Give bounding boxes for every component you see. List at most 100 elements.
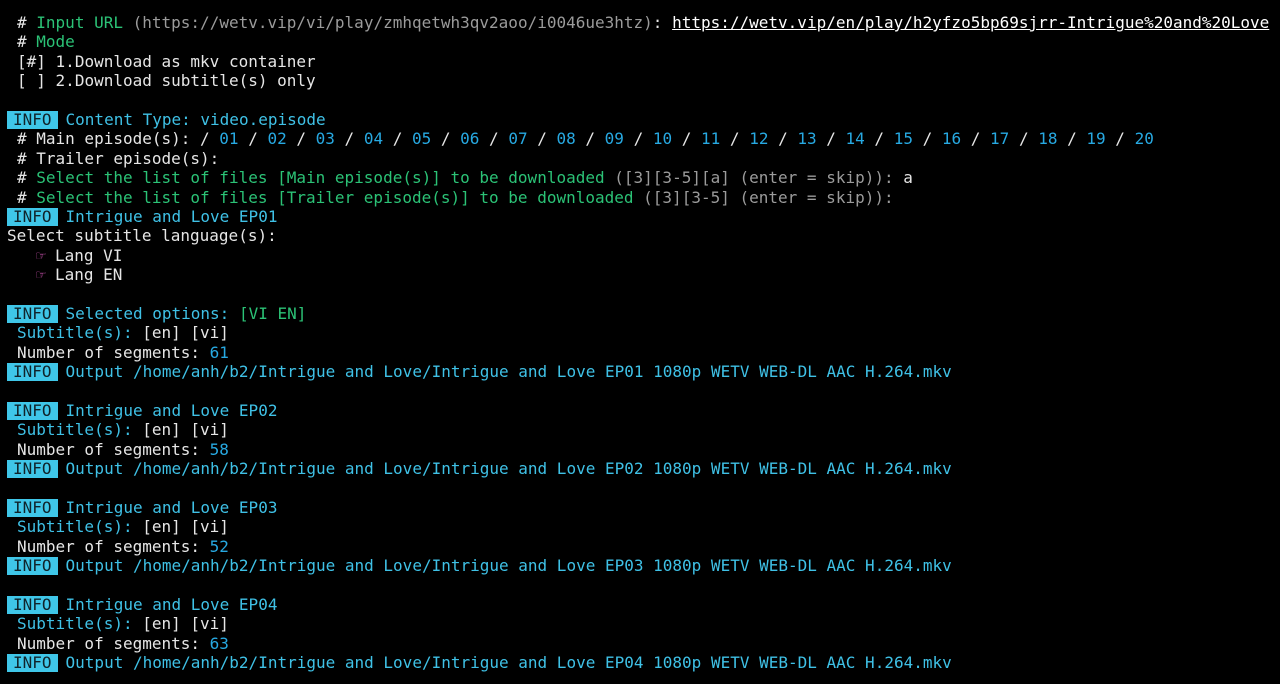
selected-options-value: [VI EN] [238,303,307,323]
episode-number[interactable]: 01 [219,129,238,148]
episode-title-line: INFO Intrigue and Love EP04 [7,595,1277,614]
segments-label: Number of segments: [17,536,201,556]
subtitle-label: Subtitle(s): [17,517,133,537]
subtitle-line: Subtitle(s): [en] [vi] [7,420,1277,439]
episode-title: Intrigue and Love EP03 [65,497,278,517]
mode-option-2[interactable]: [ ] 2.Download subtitle(s) only [7,71,1277,90]
info-badge: INFO [7,304,58,323]
episode-number[interactable]: 09 [605,129,624,148]
episode-number[interactable]: 10 [653,129,672,148]
subtitle-label: Subtitle(s): [17,420,133,440]
pointing-hand-icon: ☞ [36,265,46,285]
segments-line: Number of segments: 52 [7,537,1277,556]
language-label: Lang EN [55,265,123,285]
trailer-episodes-label: # Trailer episode(s): [17,148,220,168]
info-badge: INFO [7,653,58,672]
language-option-en[interactable]: ☞ Lang EN [7,265,1277,284]
subtitle-label: Subtitle(s): [17,323,133,343]
select-main-answer[interactable]: a [903,168,913,187]
mode-option-1[interactable]: [#] 1.Download as mkv container [7,52,1277,71]
episode-separator: / [672,129,702,149]
content-type-line: INFO Content Type: video.episode [7,110,1277,129]
episode-number[interactable]: 12 [749,129,768,148]
episode-separator: / [623,129,653,149]
episode-separator: / [383,129,412,149]
select-main-hint: ([3][3-5][a] (enter = skip)): [614,168,894,188]
episode-number[interactable]: 16 [942,129,961,148]
language-option-vi[interactable]: ☞ Lang VI [7,246,1277,265]
info-badge: INFO [7,595,58,614]
episode-separator: / [238,129,268,149]
episode-number[interactable]: 07 [508,129,527,148]
colon: : [652,13,663,32]
episode-separator: / [575,129,605,149]
output-path: Output /home/anh/b2/Intrigue and Love/In… [65,458,952,478]
episode-separator: / [527,129,557,149]
info-badge: INFO [7,498,58,517]
subtitle-value: [en] [vi] [142,323,229,343]
info-badge: INFO [7,459,58,478]
content-type-value: video.episode [200,109,326,129]
subtitle-prompt-line: Select subtitle language(s): [7,226,1277,245]
episode-separator: / [1057,129,1087,149]
output-path: Output /home/anh/b2/Intrigue and Love/In… [65,555,952,575]
episode-separator: / [286,129,316,149]
episode-number[interactable]: 06 [460,129,479,148]
language-label: Lang VI [55,245,123,265]
info-badge: INFO [7,401,58,420]
segments-value: 61 [209,342,229,362]
subtitle-value: [en] [vi] [142,517,229,537]
segments-value: 58 [209,439,229,459]
episode-title: Intrigue and Love EP01 [65,206,278,226]
option-checkbox-checked[interactable]: [#] [17,52,46,71]
selected-options-line: INFO Selected options: [VI EN] [7,304,1277,323]
select-main-prompt: Select the list of files [Main episode(s… [36,168,605,188]
episode-title-line: INFO Intrigue and Love EP03 [7,498,1277,517]
prompt-hash: # [17,168,27,188]
output-line: INFO Output /home/anh/b2/Intrigue and Lov… [7,653,1277,672]
episode-number[interactable]: 17 [990,129,1009,148]
subtitle-value: [en] [vi] [142,420,229,440]
select-trailer-hint: ([3][3-5] (enter = skip)): [643,187,894,207]
episode-separator: / [961,129,991,149]
option-checkbox-unchecked[interactable]: [ ] [17,71,46,90]
pointing-hand-icon: ☞ [36,245,46,265]
episode-number[interactable]: 08 [557,129,576,148]
main-episodes-label: # Main episode(s): [17,129,191,149]
info-badge: INFO [7,556,58,575]
select-main-line: # Select the list of files [Main episode… [7,168,1277,187]
episode-separator: / [864,129,894,149]
episode-number[interactable]: 04 [364,129,383,148]
episode-separator: / [768,129,798,149]
segments-label: Number of segments: [17,633,201,653]
episode-number[interactable]: 14 [846,129,865,148]
episode-title-line: INFO Intrigue and Love EP02 [7,401,1277,420]
output-line: INFO Output /home/anh/b2/Intrigue and Lov… [7,556,1277,575]
input-url-label: Input URL [36,13,123,32]
subtitle-value: [en] [vi] [142,614,229,634]
info-badge: INFO [7,363,58,382]
episode-number[interactable]: 11 [701,129,720,148]
episode-number[interactable]: 18 [1038,129,1057,148]
input-url-value[interactable]: https://wetv.vip/en/play/h2yfzo5bp69sjrr… [672,13,1269,32]
episode-number-list: / 01 / 02 / 03 / 04 / 05 / 06 / 07 / 08 … [190,129,1154,149]
content-type-label: Content Type: [65,109,191,129]
episode-number[interactable]: 03 [316,129,335,148]
selected-options-label: Selected options: [65,303,230,323]
terminal-output: # Input URL (https://wetv.vip/vi/play/zm… [7,13,1277,672]
segments-value: 52 [209,536,229,556]
episode-number[interactable]: 20 [1135,129,1154,148]
output-path: Output /home/anh/b2/Intrigue and Love/In… [65,652,952,672]
episode-number[interactable]: 19 [1086,129,1105,148]
episode-number[interactable]: 05 [412,129,431,148]
subtitle-label: Subtitle(s): [17,614,133,634]
input-url-placeholder: (https://wetv.vip/vi/play/zmhqetwh3qv2ao… [132,13,653,32]
segments-line: Number of segments: 58 [7,440,1277,459]
trailer-episodes-line: # Trailer episode(s): [7,149,1277,168]
episode-number[interactable]: 13 [797,129,816,148]
episode-number[interactable]: 15 [894,129,913,148]
episode-separator: / [720,129,750,149]
episode-number[interactable]: 02 [267,129,286,148]
option-label: 1.Download as mkv container [55,51,316,71]
episode-title: Intrigue and Love EP02 [65,400,278,420]
